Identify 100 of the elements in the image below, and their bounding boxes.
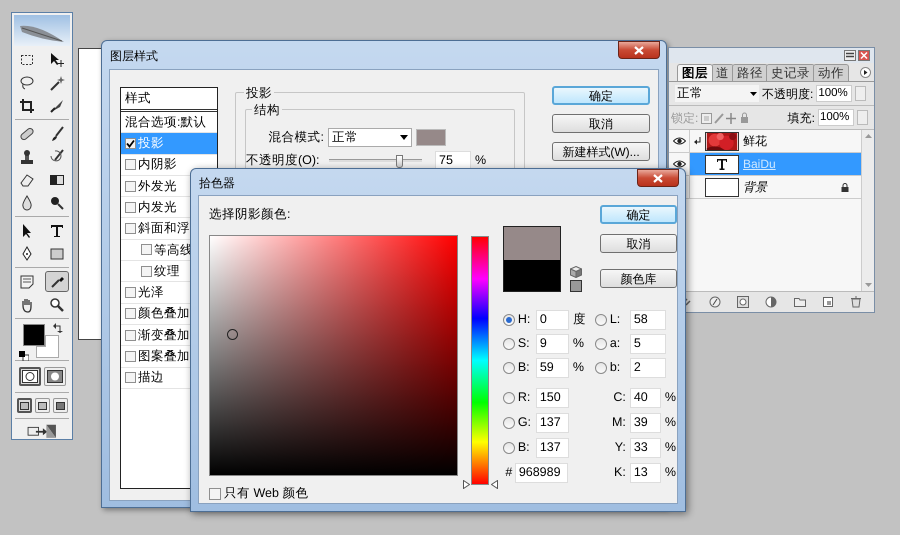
layer-row[interactable]: 鲜花 xyxy=(690,130,861,152)
value-input[interactable]: 13 xyxy=(630,462,661,482)
fill-input[interactable]: 100% xyxy=(818,109,854,126)
style-label: 描边 xyxy=(138,369,164,386)
jump-icon[interactable] xyxy=(25,423,59,439)
field-label: 混合模式: xyxy=(268,128,324,146)
radio-button[interactable] xyxy=(502,314,515,326)
checkbox[interactable] xyxy=(125,138,136,149)
opacity-input[interactable]: 100% xyxy=(816,85,852,102)
eye-icon[interactable] xyxy=(672,160,686,168)
radio-button[interactable] xyxy=(594,338,607,350)
close-button[interactable] xyxy=(637,169,679,187)
value-input[interactable]: 9 xyxy=(536,334,569,354)
field-label: B: xyxy=(518,359,531,376)
radio-button[interactable] xyxy=(502,392,515,404)
checkbox[interactable] xyxy=(141,266,152,277)
checkbox[interactable] xyxy=(209,488,221,500)
unit-label: % xyxy=(664,389,676,406)
screen-mode-button[interactable] xyxy=(52,398,68,414)
checkbox[interactable] xyxy=(125,308,136,320)
swap-icon[interactable] xyxy=(53,323,63,334)
radio-button[interactable] xyxy=(502,416,515,428)
radio-button[interactable] xyxy=(594,362,607,374)
foreground-color-swatch[interactable] xyxy=(23,324,45,346)
tool-button[interactable] xyxy=(45,271,69,292)
half-circle-icon[interactable] xyxy=(765,296,778,308)
checkbox[interactable] xyxy=(125,330,136,341)
dropdown-value: 正常 xyxy=(677,85,703,102)
mode-button[interactable] xyxy=(44,367,66,386)
background-color-swatch[interactable] xyxy=(36,335,59,358)
value-input[interactable]: 137 xyxy=(536,438,569,458)
lock-options-icon[interactable] xyxy=(701,112,750,124)
mask-icon[interactable] xyxy=(737,296,750,308)
tab[interactable]: 路径 xyxy=(732,64,768,81)
checkbox[interactable] xyxy=(125,202,136,213)
blend-mode-dropdown[interactable]: 正常 xyxy=(328,128,412,146)
close-icon[interactable] xyxy=(858,50,870,61)
value-input[interactable]: 137 xyxy=(536,412,569,432)
dialog-button[interactable]: 新建样式(W)... xyxy=(552,142,650,161)
value-input[interactable]: 150 xyxy=(536,388,569,408)
value-input[interactable]: 5 xyxy=(630,334,666,354)
checkbox[interactable] xyxy=(125,350,136,362)
slider-track[interactable] xyxy=(326,153,425,167)
collapse-icon[interactable] xyxy=(844,50,856,61)
checkbox[interactable] xyxy=(141,244,152,256)
value-input[interactable]: 33 xyxy=(630,438,661,458)
radio-button[interactable] xyxy=(502,362,515,374)
folder-icon[interactable] xyxy=(794,296,806,308)
dialog-button[interactable]: 取消 xyxy=(552,114,650,133)
dialog-button[interactable]: 确定 xyxy=(600,205,677,224)
field-label: 不透明度: xyxy=(762,86,814,102)
close-icon xyxy=(634,46,644,54)
value-input[interactable]: 2 xyxy=(630,358,666,378)
close-button[interactable] xyxy=(618,41,660,59)
tab[interactable]: 动作 xyxy=(813,64,849,81)
field-label: # xyxy=(504,464,514,482)
dialog-button[interactable]: 取消 xyxy=(600,234,677,253)
radio-button[interactable] xyxy=(502,442,515,454)
brush-icon xyxy=(49,126,65,142)
checkbox[interactable] xyxy=(125,372,136,384)
dialog-button[interactable]: 颜色库 xyxy=(600,269,677,288)
value-input[interactable]: 39 xyxy=(630,412,661,432)
mode-button[interactable] xyxy=(18,367,40,386)
screen-mode-button[interactable] xyxy=(16,398,32,414)
value-input[interactable]: 40 xyxy=(630,388,661,408)
hex-input[interactable]: 968989 xyxy=(514,462,568,482)
value-input[interactable]: 59 xyxy=(536,358,569,378)
checkbox[interactable] xyxy=(125,159,136,170)
unit-label: 度 xyxy=(572,311,587,328)
value-input[interactable]: 58 xyxy=(630,310,666,330)
shadow-color-swatch[interactable] xyxy=(416,128,446,146)
screen-mode-button[interactable] xyxy=(34,398,50,414)
blend-mode-dropdown[interactable]: 正常 xyxy=(675,85,759,102)
color-field[interactable] xyxy=(209,235,458,476)
fx-circle-icon[interactable] xyxy=(709,296,722,308)
web-color-swatch[interactable] xyxy=(570,280,582,292)
cube-icon[interactable] xyxy=(570,266,582,278)
hue-marker[interactable] xyxy=(463,480,498,489)
slider-thumb[interactable] xyxy=(396,154,403,168)
unit-label: % xyxy=(572,359,585,376)
tab[interactable]: 史记录 xyxy=(766,64,815,81)
layer-row[interactable]: 背景 xyxy=(690,176,861,198)
value-input[interactable]: 0 xyxy=(536,310,569,330)
list-header: 样式 xyxy=(121,88,217,112)
radio-button[interactable] xyxy=(594,314,607,326)
checkbox[interactable] xyxy=(125,287,136,298)
opacity-input[interactable]: 75 xyxy=(435,150,471,170)
checkbox[interactable] xyxy=(125,223,136,234)
trash-icon[interactable] xyxy=(850,296,862,308)
eye-icon[interactable] xyxy=(672,137,686,145)
dialog-button[interactable]: 确定 xyxy=(552,86,650,105)
checkbox[interactable] xyxy=(125,180,136,192)
radio-button[interactable] xyxy=(502,338,515,350)
zoom-icon xyxy=(49,296,65,313)
new-layer-icon[interactable] xyxy=(822,296,834,308)
tab[interactable]: 图层 xyxy=(677,64,713,81)
default-colors-icon[interactable] xyxy=(19,351,29,362)
panel-menu-icon[interactable] xyxy=(860,67,871,78)
color-marker[interactable] xyxy=(227,329,238,340)
type-icon xyxy=(49,222,65,239)
